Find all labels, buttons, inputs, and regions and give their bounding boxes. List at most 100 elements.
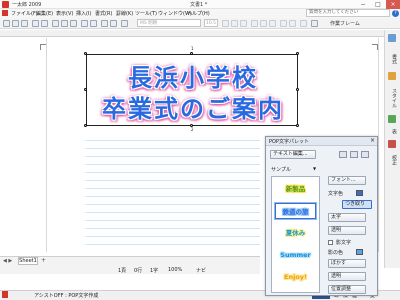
new-document-icon[interactable] — [3, 20, 10, 27]
status-page: 1頁 — [118, 268, 127, 274]
sidebar-tab-format[interactable]: 書式 — [386, 48, 398, 70]
align-left-icon[interactable] — [251, 20, 258, 27]
sample-item[interactable]: Enjoy! — [275, 269, 316, 285]
char-color-swatch[interactable] — [356, 190, 363, 196]
bold-button[interactable]: 太字 — [328, 213, 366, 222]
menu-insert[interactable]: 挿入(I) — [76, 10, 91, 17]
bold-icon[interactable] — [222, 20, 229, 27]
italic-icon[interactable] — [231, 20, 238, 27]
status-line: 0行 — [134, 268, 143, 274]
cut-icon[interactable] — [52, 20, 59, 27]
resize-handle[interactable] — [190, 52, 193, 55]
ruled-line — [85, 236, 260, 237]
ruled-line — [85, 196, 260, 197]
transparency2-select[interactable]: 透明 — [328, 272, 366, 281]
menu-edit[interactable]: 編集(E) — [36, 10, 53, 17]
image-icon[interactable] — [110, 20, 117, 27]
status-bar — [0, 265, 260, 274]
resize-handle[interactable] — [84, 88, 87, 91]
menu-help[interactable]: ヘルプ(H) — [187, 10, 210, 17]
sidebar-proof-icon[interactable] — [388, 140, 396, 148]
transparency-select[interactable]: 透明 — [328, 226, 366, 235]
help-icon[interactable]: ? — [392, 10, 399, 17]
pop-text-frame[interactable]: 長浜小学校 卒業式のご案内 — [86, 54, 298, 126]
palette-help-icon[interactable] — [361, 151, 369, 158]
frame-icon[interactable] — [311, 20, 318, 27]
font-size-select[interactable]: 10.5 — [204, 19, 218, 27]
left-margin-line — [46, 38, 47, 252]
shadow-checkbox[interactable] — [328, 240, 333, 245]
ruled-line — [85, 228, 260, 229]
palette-option-icon[interactable] — [339, 151, 347, 158]
sidebar-tab-style[interactable]: スタイル — [386, 83, 398, 113]
document-menu-icon[interactable] — [2, 10, 8, 16]
position-adjust-button[interactable]: 位置調整 — [328, 285, 366, 294]
sample-list[interactable]: 新製品 鉄道の旅 夏休み Summer Enjoy! — [271, 176, 320, 293]
menu-format[interactable]: 書式(R) — [95, 10, 112, 17]
underline-icon[interactable] — [240, 20, 247, 27]
frame-number-top: 1 — [191, 46, 194, 51]
sidebar-tab-table[interactable]: 表 — [386, 126, 398, 136]
pop-title-line2: 卒業式のご案内 — [102, 95, 284, 123]
menu-file[interactable]: ファイル(F) — [11, 10, 38, 17]
sidebar-style-icon[interactable] — [388, 72, 396, 80]
resize-handle[interactable] — [296, 124, 299, 127]
frame-mode-label[interactable]: 作業フレーム — [330, 20, 360, 27]
maximize-button[interactable]: □ — [371, 0, 385, 9]
add-sheet-button[interactable]: + — [41, 257, 46, 264]
sample-item-selected[interactable]: 鉄道の旅 — [274, 202, 317, 220]
status-mode[interactable]: ナビ — [196, 267, 206, 274]
save-icon[interactable] — [21, 20, 28, 27]
copy-icon[interactable] — [61, 20, 68, 27]
ruled-line — [85, 220, 260, 221]
sample-item[interactable]: 夏休み — [275, 225, 316, 241]
sidebar-tab-proofread[interactable]: 校正 — [386, 151, 398, 169]
menu-view[interactable]: 表示(V) — [56, 10, 73, 17]
palette-close-icon[interactable]: × — [370, 137, 375, 144]
palette-title: POP文字パレット — [269, 139, 309, 145]
resize-handle[interactable] — [84, 52, 87, 55]
sample-item[interactable]: 新製品 — [275, 181, 316, 197]
menu-tools[interactable]: ツール(T) — [135, 10, 157, 17]
edit-text-button[interactable]: テキスト編集... — [270, 150, 316, 159]
close-button[interactable]: × — [386, 0, 400, 9]
help-search-input[interactable]: 質問を入力してください — [306, 9, 390, 17]
bullet-icon[interactable] — [280, 20, 287, 27]
color-icon[interactable] — [300, 20, 307, 27]
align-right-icon[interactable] — [269, 20, 276, 27]
menu-border[interactable]: 罫線(K) — [116, 10, 133, 17]
palette-style-icon[interactable] — [350, 151, 358, 158]
sidebar-table-icon[interactable] — [388, 115, 396, 123]
font-button[interactable]: フォント... — [328, 176, 366, 185]
frame-number-bottom: 2 — [191, 127, 194, 132]
minimize-button[interactable]: − — [356, 0, 370, 9]
open-icon[interactable] — [12, 20, 19, 27]
shadow-label: 影文字 — [336, 240, 352, 246]
paste-icon[interactable] — [70, 20, 77, 27]
sheet-tab[interactable]: Sheet1 — [18, 257, 38, 265]
table-icon[interactable] — [101, 20, 108, 27]
preview-icon[interactable] — [41, 20, 48, 27]
number-icon[interactable] — [289, 20, 296, 27]
sample-dropdown-icon[interactable]: ▼ — [313, 166, 316, 171]
app-title: 一太郎 2009 — [12, 2, 42, 8]
print-icon[interactable] — [32, 20, 39, 27]
sample-item[interactable]: Summer — [275, 247, 316, 263]
redo-icon[interactable] — [90, 20, 97, 27]
align-center-icon[interactable] — [260, 20, 267, 27]
resize-handle[interactable] — [296, 88, 299, 91]
resize-handle[interactable] — [296, 52, 299, 55]
pop-title-line1: 長浜小学校 — [128, 64, 258, 92]
sheet-nav-icon[interactable]: ◀ ▶ — [3, 258, 12, 264]
sidebar-top-icon[interactable] — [388, 34, 396, 42]
pop-text-palette: POP文字パレット × テキスト編集... サンプル ▼ 新製品 鉄道の旅 夏休… — [265, 136, 378, 296]
font-select[interactable]: MS 明朝 — [137, 19, 201, 27]
zoom-icon[interactable] — [121, 20, 128, 27]
shadow-color-swatch[interactable] — [356, 249, 363, 255]
blur-button[interactable]: ぼかす — [328, 259, 366, 268]
resize-handle[interactable] — [84, 124, 87, 127]
outline-button[interactable]: つき取り — [342, 200, 372, 209]
undo-icon[interactable] — [81, 20, 88, 27]
assist-message: アシストOFF : POP文字作成 — [34, 293, 99, 299]
status-zoom[interactable]: 100% — [168, 267, 182, 273]
